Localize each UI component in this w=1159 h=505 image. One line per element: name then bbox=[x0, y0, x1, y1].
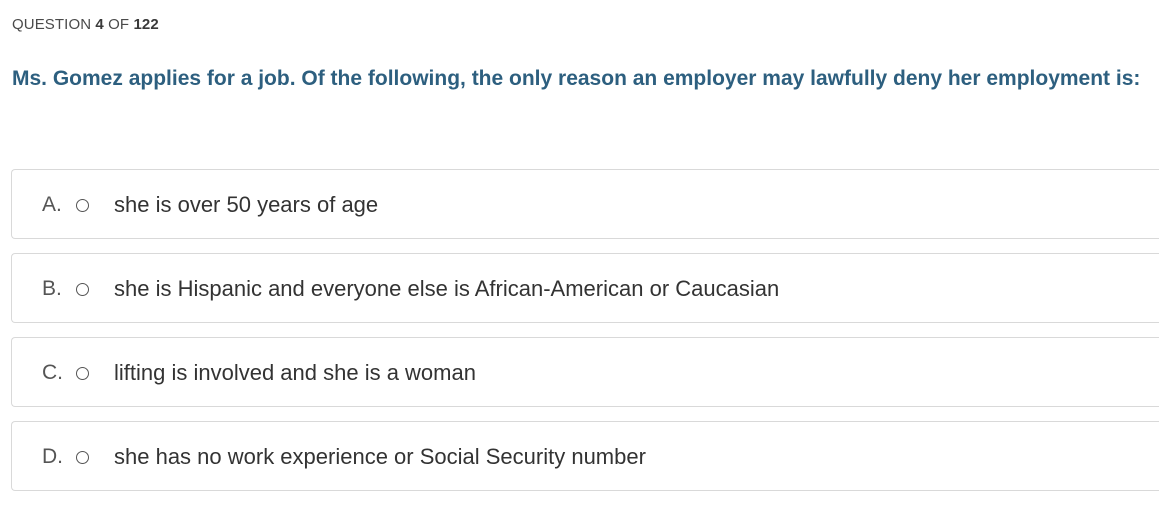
question-counter-of: OF bbox=[108, 16, 130, 33]
option-letter: B. bbox=[42, 277, 62, 300]
option-text: she has no work experience or Social Sec… bbox=[114, 444, 646, 469]
radio-button-d[interactable] bbox=[76, 451, 89, 464]
option-text: she is over 50 years of age bbox=[114, 192, 379, 217]
option-text: lifting is involved and she is a woman bbox=[114, 360, 476, 385]
option-letter: C. bbox=[42, 361, 63, 384]
answer-options: A. she is over 50 years of age B. she is… bbox=[11, 169, 1159, 505]
answer-option-d[interactable]: D. she has no work experience or Social … bbox=[11, 421, 1159, 491]
option-text: she is Hispanic and everyone else is Afr… bbox=[114, 276, 780, 301]
option-letter: D. bbox=[42, 445, 63, 468]
question-counter-total: 122 bbox=[133, 16, 159, 33]
question-text: Ms. Gomez applies for a job. Of the foll… bbox=[12, 67, 1141, 90]
answer-option-a[interactable]: A. she is over 50 years of age bbox=[11, 169, 1159, 239]
question-counter: QUESTION 4 OF 122 bbox=[12, 16, 159, 33]
option-letter: A. bbox=[42, 193, 62, 216]
radio-button-b[interactable] bbox=[76, 283, 89, 296]
answer-option-c[interactable]: C. lifting is involved and she is a woma… bbox=[11, 337, 1159, 407]
radio-button-c[interactable] bbox=[76, 367, 89, 380]
question-counter-prefix: QUESTION bbox=[12, 16, 92, 33]
question-counter-current: 4 bbox=[95, 16, 104, 33]
radio-button-a[interactable] bbox=[76, 199, 89, 212]
answer-option-b[interactable]: B. she is Hispanic and everyone else is … bbox=[11, 253, 1159, 323]
